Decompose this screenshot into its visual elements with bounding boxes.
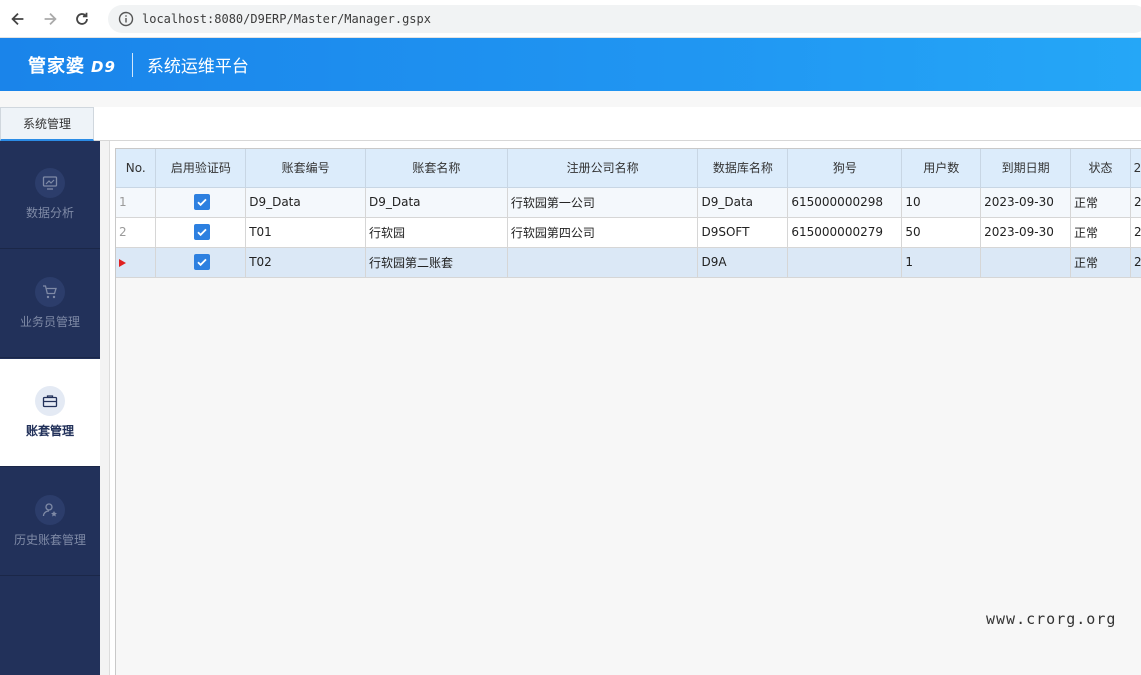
table-row[interactable]: 1 D9_Data D9_Data 行软园第一公司 D9_Data 615000… <box>116 187 1141 218</box>
table-row[interactable]: 2 T01 行软园 行软园第四公司 D9SOFT 615000000279 50… <box>116 217 1141 248</box>
col-header-status[interactable]: 状态 <box>1070 149 1131 188</box>
briefcase-icon <box>42 395 58 408</box>
sidebar: 数据分析 业务员管理 账套管理 历史账套管理 <box>0 141 100 675</box>
cell-extra: 2 <box>1130 217 1141 248</box>
tab-strip: 系统管理 <box>0 91 1141 141</box>
cell-company: 行软园第四公司 <box>507 217 699 248</box>
cell-no <box>116 247 157 278</box>
tab-system-management[interactable]: 系统管理 <box>0 107 94 141</box>
cell-db: D9A <box>697 247 789 278</box>
cell-expiry <box>980 247 1072 278</box>
cell-name: D9_Data <box>365 187 508 218</box>
cell-name: 行软园第二账套 <box>365 247 508 278</box>
cell-users: 1 <box>901 247 982 278</box>
verify-checkbox[interactable] <box>194 224 211 240</box>
account-set-grid: No. 启用验证码 账套编号 账套名称 注册公司名称 数据库名称 狗号 用户数 … <box>115 148 1141 675</box>
col-header-code[interactable]: 账套编号 <box>245 149 366 188</box>
cart-icon <box>43 285 57 299</box>
sidebar-item-label: 账套管理 <box>25 424 74 438</box>
address-bar[interactable]: localhost:8080/D9ERP/Master/Manager.gspx <box>108 5 1141 33</box>
check-icon <box>197 198 207 207</box>
cell-dongle: 615000000298 <box>787 187 903 218</box>
cell-status: 正常 <box>1070 247 1131 278</box>
data-table: No. 启用验证码 账套编号 账套名称 注册公司名称 数据库名称 狗号 用户数 … <box>116 149 1141 278</box>
col-header-company[interactable]: 注册公司名称 <box>507 149 699 188</box>
forward-button[interactable] <box>36 5 64 33</box>
cell-extra: 2 <box>1130 187 1141 218</box>
cell-db: D9_Data <box>697 187 789 218</box>
cell-dongle <box>787 247 903 278</box>
back-button[interactable] <box>4 5 32 33</box>
cell-db: D9SOFT <box>697 217 789 248</box>
cell-status: 正常 <box>1070 217 1131 248</box>
arrow-right-icon <box>44 12 57 25</box>
app-header: 管家婆 D9 系统运维平台 <box>0 38 1141 91</box>
header-divider <box>131 52 133 77</box>
cell-users: 50 <box>901 217 982 248</box>
user-star-icon <box>42 503 57 517</box>
table-header-row: No. 启用验证码 账套编号 账套名称 注册公司名称 数据库名称 狗号 用户数 … <box>116 149 1141 188</box>
sidebar-item-label: 数据分析 <box>25 206 74 220</box>
sidebar-splitter[interactable] <box>100 141 110 675</box>
logo-text: 管家婆 <box>28 55 85 77</box>
arrow-left-icon <box>11 12 24 25</box>
cell-status: 正常 <box>1070 187 1131 218</box>
reload-icon <box>76 12 88 25</box>
browser-toolbar: localhost:8080/D9ERP/Master/Manager.gspx <box>0 0 1141 38</box>
col-header-expiry[interactable]: 到期日期 <box>980 149 1072 188</box>
sidebar-item-label: 历史账套管理 <box>13 533 86 547</box>
col-header-extra[interactable]: 2 <box>1130 149 1141 188</box>
info-icon[interactable] <box>118 11 134 27</box>
url-text: localhost:8080/D9ERP/Master/Manager.gspx <box>142 12 431 26</box>
reload-button[interactable] <box>68 5 96 33</box>
watermark: www.crorg.org <box>986 610 1117 628</box>
check-icon <box>197 258 207 267</box>
cell-company: 行软园第一公司 <box>507 187 699 218</box>
cell-code: T01 <box>245 217 366 248</box>
cell-users: 10 <box>901 187 982 218</box>
logo-sub: D9 <box>91 57 116 76</box>
col-header-db[interactable]: 数据库名称 <box>697 149 789 188</box>
col-header-no[interactable]: No. <box>116 149 157 188</box>
check-icon <box>197 228 207 237</box>
table-row-selected[interactable]: T02 行软园第二账套 D9A 1 正常 2 <box>116 247 1141 278</box>
page-title: 系统运维平台 <box>146 57 249 77</box>
cell-expiry: 2023-09-30 <box>980 217 1072 248</box>
col-header-users[interactable]: 用户数 <box>901 149 982 188</box>
cell-name: 行软园 <box>365 217 508 248</box>
cell-code: D9_Data <box>245 187 366 218</box>
cell-no: 1 <box>116 187 157 218</box>
col-header-dongle[interactable]: 狗号 <box>787 149 903 188</box>
cell-extra: 2 <box>1130 247 1141 278</box>
monitor-chart-icon <box>42 176 58 190</box>
sidebar-item-history-account-sets[interactable]: 历史账套管理 <box>0 468 100 576</box>
cell-no: 2 <box>116 217 157 248</box>
cell-company <box>507 247 699 278</box>
cell-dongle: 615000000279 <box>787 217 903 248</box>
col-header-verify[interactable]: 启用验证码 <box>155 149 247 188</box>
col-header-name[interactable]: 账套名称 <box>365 149 508 188</box>
sidebar-item-data-analysis[interactable]: 数据分析 <box>0 141 100 249</box>
cell-code: T02 <box>245 247 366 278</box>
sidebar-item-account-sets[interactable]: 账套管理 <box>0 359 100 467</box>
verify-checkbox[interactable] <box>194 254 211 270</box>
brand-logo: 管家婆 D9 <box>28 52 116 78</box>
sidebar-item-salesperson[interactable]: 业务员管理 <box>0 250 100 358</box>
cell-expiry: 2023-09-30 <box>980 187 1072 218</box>
current-row-marker-icon <box>119 258 126 267</box>
sidebar-item-label: 业务员管理 <box>19 315 80 329</box>
verify-checkbox[interactable] <box>194 194 211 210</box>
